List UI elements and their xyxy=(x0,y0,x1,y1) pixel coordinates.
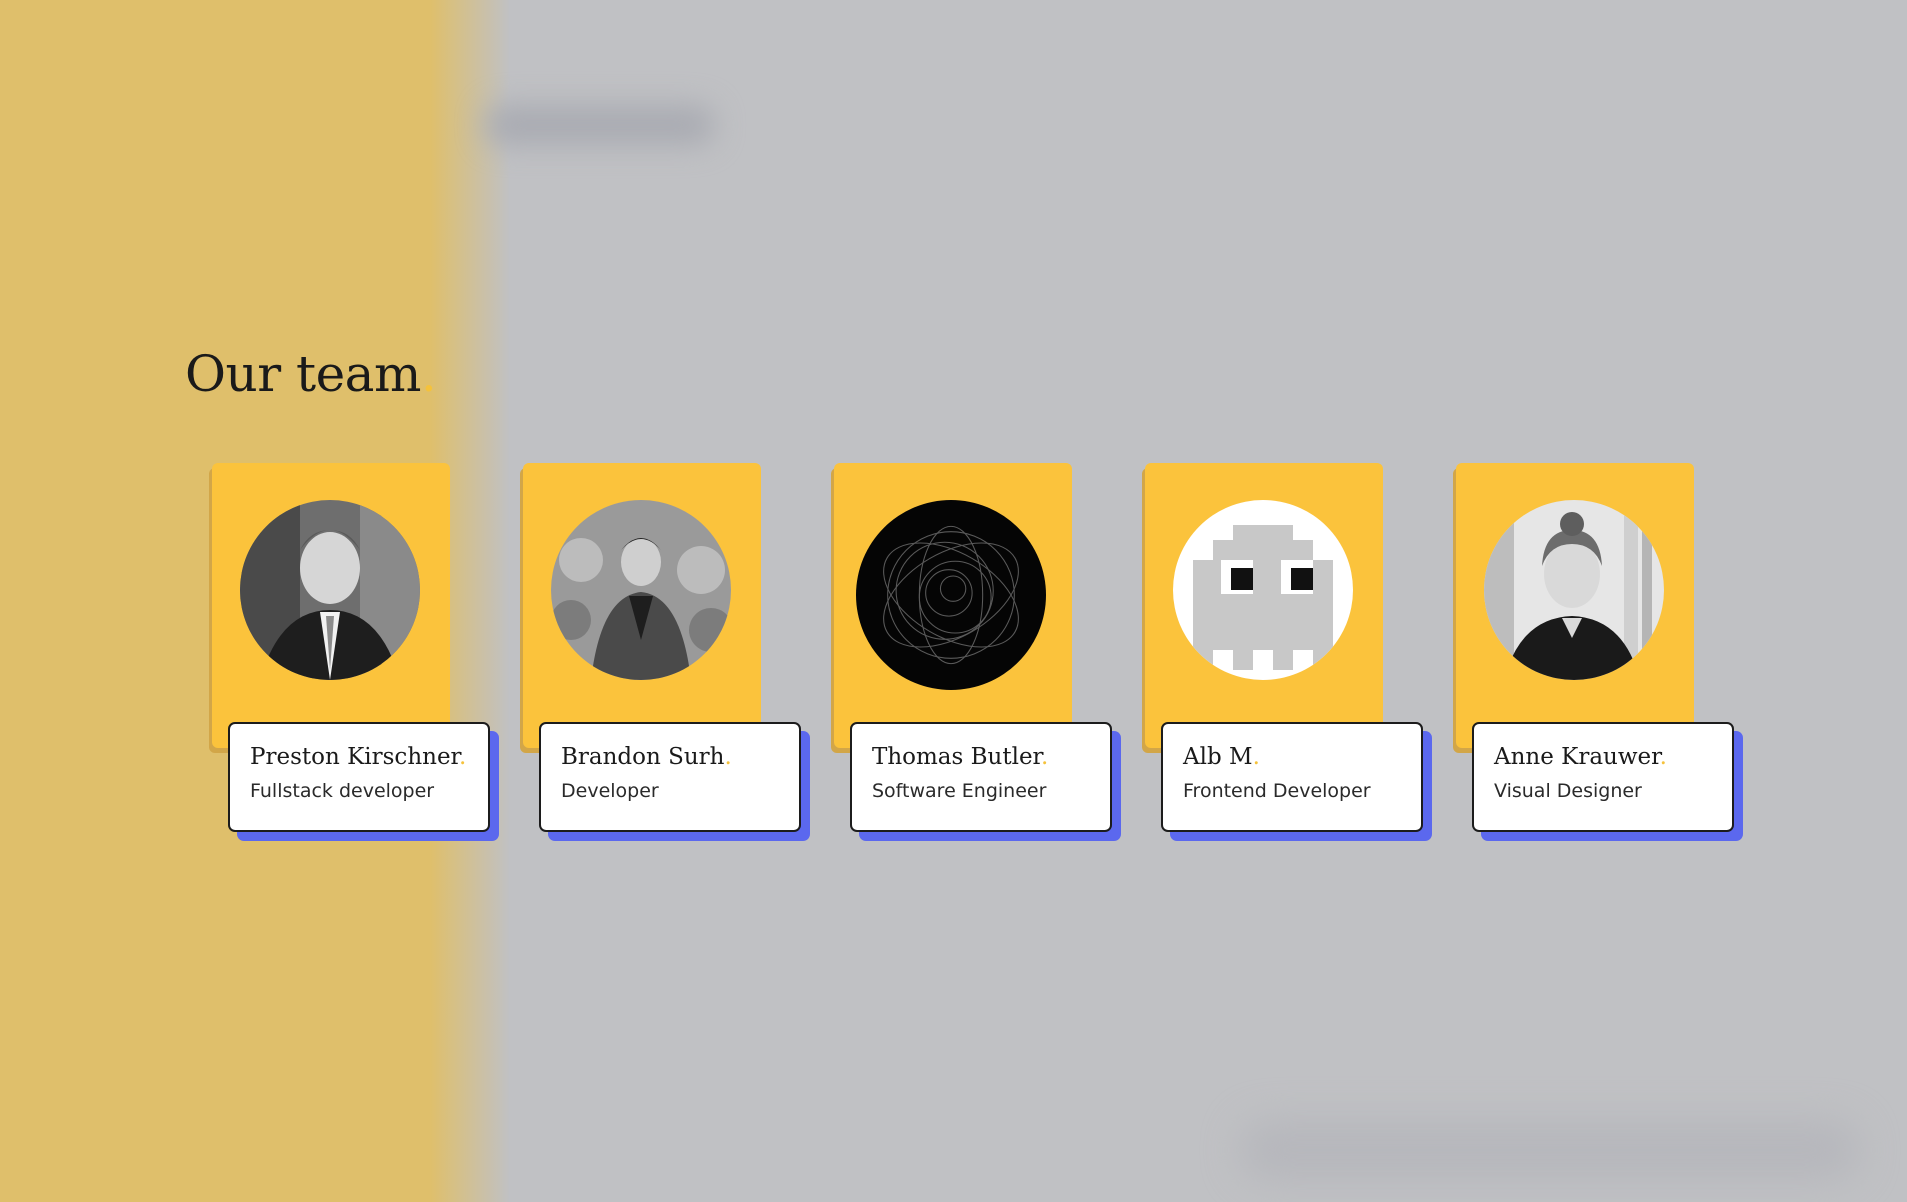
member-role: Fullstack developer xyxy=(250,780,435,803)
name-plate: Brandon Surh. Developer xyxy=(539,722,801,832)
name-dot: . xyxy=(1041,744,1049,770)
name-plate: Preston Kirschner. Fullstack developer xyxy=(228,722,490,832)
spiral-art-icon xyxy=(856,500,1046,690)
section-title: Our team. xyxy=(185,345,437,403)
avatar xyxy=(856,500,1046,690)
card-background xyxy=(523,463,761,748)
member-name: Brandon Surh. xyxy=(561,744,732,770)
team-card[interactable]: Anne Krauwer. Visual Designer xyxy=(1456,463,1746,848)
portrait-photo-icon xyxy=(551,500,731,680)
name-dot: . xyxy=(1659,744,1667,770)
portrait-photo-icon xyxy=(1484,500,1664,680)
portrait-photo-icon xyxy=(240,500,420,680)
name-dot: . xyxy=(1252,744,1260,770)
member-role: Software Engineer xyxy=(872,780,1047,803)
member-name: Preston Kirschner. xyxy=(250,744,467,770)
blurred-nav-element xyxy=(485,105,715,145)
member-role: Frontend Developer xyxy=(1183,780,1371,803)
card-background xyxy=(1456,463,1694,748)
avatar xyxy=(551,500,731,680)
name-plate: Anne Krauwer. Visual Designer xyxy=(1472,722,1734,832)
blurred-footer-element xyxy=(1240,1120,1860,1180)
title-dot: . xyxy=(420,345,437,403)
card-background xyxy=(212,463,450,748)
member-name: Alb M. xyxy=(1183,744,1260,770)
card-background xyxy=(834,463,1072,748)
name-plate: Thomas Butler. Software Engineer xyxy=(850,722,1112,832)
page: Our team. Preston Kirschner. Fullstack d… xyxy=(0,0,1907,1202)
avatar xyxy=(1173,500,1353,680)
member-role: Developer xyxy=(561,780,659,803)
pixel-ghost-icon xyxy=(1173,500,1353,680)
team-card[interactable]: Alb M. Frontend Developer xyxy=(1145,463,1435,848)
team-card[interactable]: Brandon Surh. Developer xyxy=(523,463,813,848)
member-role: Visual Designer xyxy=(1494,780,1642,803)
team-card[interactable]: Thomas Butler. Software Engineer xyxy=(834,463,1124,848)
member-name: Anne Krauwer. xyxy=(1494,744,1667,770)
name-dot: . xyxy=(459,744,467,770)
name-dot: . xyxy=(724,744,732,770)
card-background xyxy=(1145,463,1383,748)
name-plate: Alb M. Frontend Developer xyxy=(1161,722,1423,832)
team-card[interactable]: Preston Kirschner. Fullstack developer xyxy=(212,463,502,848)
section-title-text: Our team xyxy=(185,345,421,403)
avatar xyxy=(240,500,420,680)
avatar xyxy=(1484,500,1664,680)
member-name: Thomas Butler. xyxy=(872,744,1049,770)
